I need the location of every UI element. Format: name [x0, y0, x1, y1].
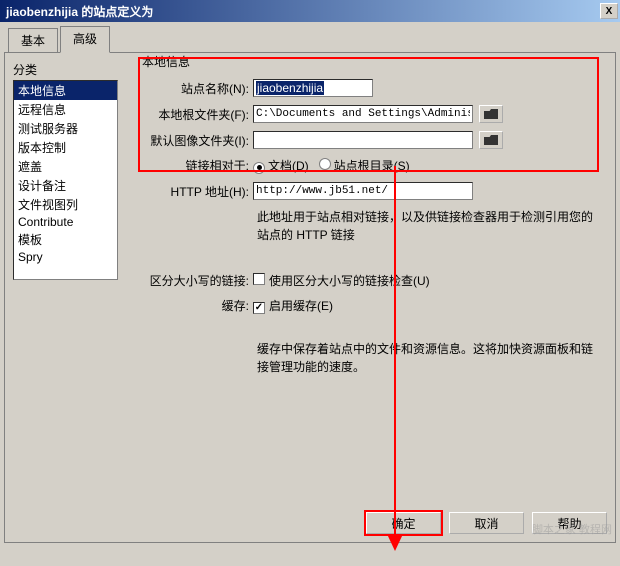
category-list[interactable]: 本地信息 远程信息 测试服务器 版本控制 遮盖 设计备注 文件视图列 Contr…: [13, 80, 118, 280]
http-info-text: 此地址用于站点相对链接，以及供链接检查器用于检测引用您的站点的 HTTP 链接: [257, 208, 599, 244]
content-pane: 分类 本地信息 远程信息 测试服务器 版本控制 遮盖 设计备注 文件视图列 Co…: [4, 52, 616, 543]
radio-icon: [319, 158, 331, 170]
site-name-label: 站点名称(N):: [138, 80, 253, 97]
category-label: 分类: [13, 61, 118, 78]
watermark-text: 脚本之家 教程网: [532, 521, 612, 537]
cache-info-text: 缓存中保存着站点中的文件和资源信息。这将加快资源面板和链接管理功能的速度。: [257, 340, 599, 376]
tab-bar: 基本 高级: [0, 22, 620, 52]
http-addr-label: HTTP 地址(H):: [138, 183, 253, 200]
folder-icon: [484, 109, 498, 119]
close-icon[interactable]: X: [600, 3, 618, 19]
sidebar-item-spry[interactable]: Spry: [14, 249, 117, 265]
checkbox-icon: [253, 273, 265, 285]
http-addr-field[interactable]: [253, 182, 473, 200]
titlebar: jiaobenzhijia 的站点定义为 X: [0, 0, 620, 22]
sidebar-item-local[interactable]: 本地信息: [14, 81, 117, 100]
folder-icon: [484, 135, 498, 145]
sidebar-item-notes[interactable]: 设计备注: [14, 176, 117, 195]
case-links-label: 区分大小写的链接:: [138, 272, 253, 289]
links-rel-label: 链接相对于:: [138, 157, 253, 174]
sidebar-item-template[interactable]: 模板: [14, 230, 117, 249]
sidebar-item-contribute[interactable]: Contribute: [14, 214, 117, 230]
local-info-group: 本地信息 站点名称(N): jiaobenzhijia 本地根文件夹(F): 默…: [130, 61, 607, 394]
local-root-field[interactable]: [253, 105, 473, 123]
sidebar-item-version[interactable]: 版本控制: [14, 138, 117, 157]
default-img-field[interactable]: [253, 131, 473, 149]
ok-button[interactable]: 确定: [366, 512, 441, 534]
case-checkbox[interactable]: 使用区分大小写的链接检查(U): [253, 272, 430, 289]
cancel-button[interactable]: 取消: [449, 512, 524, 534]
sidebar-item-fileview[interactable]: 文件视图列: [14, 195, 117, 214]
radio-siteroot[interactable]: 站点根目录(S): [319, 157, 410, 174]
site-name-field[interactable]: jiaobenzhijia: [253, 79, 373, 97]
cache-checkbox[interactable]: ✓启用缓存(E): [253, 297, 333, 314]
browse-root-button[interactable]: [479, 105, 503, 123]
radio-document[interactable]: 文档(D): [253, 157, 309, 174]
local-root-label: 本地根文件夹(F):: [138, 106, 253, 123]
sidebar-item-test[interactable]: 测试服务器: [14, 119, 117, 138]
default-img-label: 默认图像文件夹(I):: [138, 132, 253, 149]
cache-label: 缓存:: [138, 297, 253, 314]
tab-basic[interactable]: 基本: [8, 28, 58, 52]
sidebar-item-remote[interactable]: 远程信息: [14, 100, 117, 119]
tab-advanced[interactable]: 高级: [60, 26, 110, 53]
radio-icon: [253, 162, 265, 174]
browse-img-button[interactable]: [479, 131, 503, 149]
window-title: jiaobenzhijia 的站点定义为: [2, 3, 153, 20]
checkbox-icon: ✓: [253, 302, 265, 314]
group-legend: 本地信息: [138, 53, 194, 70]
sidebar-item-cloak[interactable]: 遮盖: [14, 157, 117, 176]
main-panel: 本地信息 站点名称(N): jiaobenzhijia 本地根文件夹(F): 默…: [118, 61, 607, 494]
